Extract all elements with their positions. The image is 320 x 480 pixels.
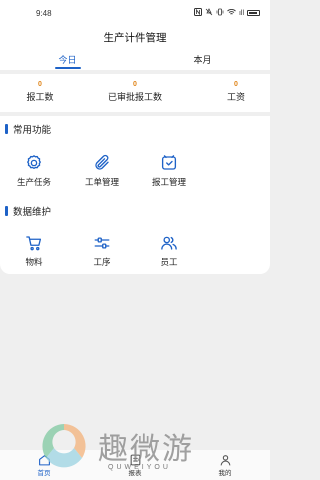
material-button[interactable]: 物料 xyxy=(4,234,64,268)
employee-button[interactable]: 员工 xyxy=(139,234,199,268)
production-task-button[interactable]: 生产任务 xyxy=(4,154,64,188)
section-data-maintenance: 数据维护 xyxy=(5,204,51,218)
material-label: 物料 xyxy=(25,257,43,267)
work-order-label: 工单管理 xyxy=(84,177,119,187)
section-title: 数据维护 xyxy=(13,207,52,218)
section-accent-bar xyxy=(5,124,8,134)
employee-label: 员工 xyxy=(160,257,178,267)
watermark-subtext: QUWEIYOU xyxy=(108,464,171,471)
process-button[interactable]: 工序 xyxy=(72,234,132,268)
battery-icon xyxy=(247,10,260,16)
process-label: 工序 xyxy=(93,257,111,267)
nfc-icon xyxy=(193,8,202,18)
stat-value: 0 xyxy=(234,81,238,88)
page-title: 生产计件管理 xyxy=(103,32,167,44)
tab-this-month[interactable]: 本月 xyxy=(135,48,270,70)
features-card: 常用功能 生产任务 工单管理 报工管理 数据维护 物料 工序 员工 xyxy=(0,116,270,274)
stats-card: 0 报工数 0 已审批报工数 0 工资 xyxy=(0,74,270,112)
work-order-button[interactable]: 工单管理 xyxy=(72,154,132,188)
stat-value: 0 xyxy=(38,81,42,88)
sliders-icon xyxy=(72,234,132,252)
mute-icon xyxy=(205,8,213,18)
vibrate-icon xyxy=(216,8,224,18)
header: 生产计件管理 今日 本月 xyxy=(0,26,270,70)
watermark: 趣微游 QUWEIYOU xyxy=(38,420,238,476)
gear-icon xyxy=(4,154,64,172)
report-management-button[interactable]: 报工管理 xyxy=(139,154,199,188)
stat-approved-count[interactable]: 0 已审批报工数 xyxy=(95,80,175,103)
report-management-label: 报工管理 xyxy=(151,177,186,187)
tab-today[interactable]: 今日 xyxy=(0,48,135,70)
watermark-logo-icon xyxy=(38,420,90,472)
wifi-icon xyxy=(227,8,236,18)
period-tabs: 今日 本月 xyxy=(0,48,270,70)
users-icon xyxy=(139,234,199,252)
signal-icon: ıll xyxy=(238,9,244,17)
stat-label: 工资 xyxy=(226,92,245,102)
stat-label: 已审批报工数 xyxy=(107,92,162,102)
section-accent-bar xyxy=(5,206,8,216)
stat-wage[interactable]: 0 工资 xyxy=(196,80,276,103)
section-title: 常用功能 xyxy=(13,125,52,136)
stat-label: 报工数 xyxy=(26,92,54,102)
status-indicators: ıll xyxy=(193,8,260,18)
status-bar: 9:48 ıll xyxy=(0,0,270,26)
watermark-text: 趣微游 xyxy=(98,432,194,467)
paperclip-icon xyxy=(72,154,132,172)
status-time: 9:48 xyxy=(36,8,52,18)
stat-report-count[interactable]: 0 报工数 xyxy=(0,80,80,103)
production-task-label: 生产任务 xyxy=(16,177,51,187)
stat-value: 0 xyxy=(133,81,137,88)
cart-icon xyxy=(4,234,64,252)
clock-icon xyxy=(139,154,199,172)
section-common-functions: 常用功能 xyxy=(5,122,51,136)
